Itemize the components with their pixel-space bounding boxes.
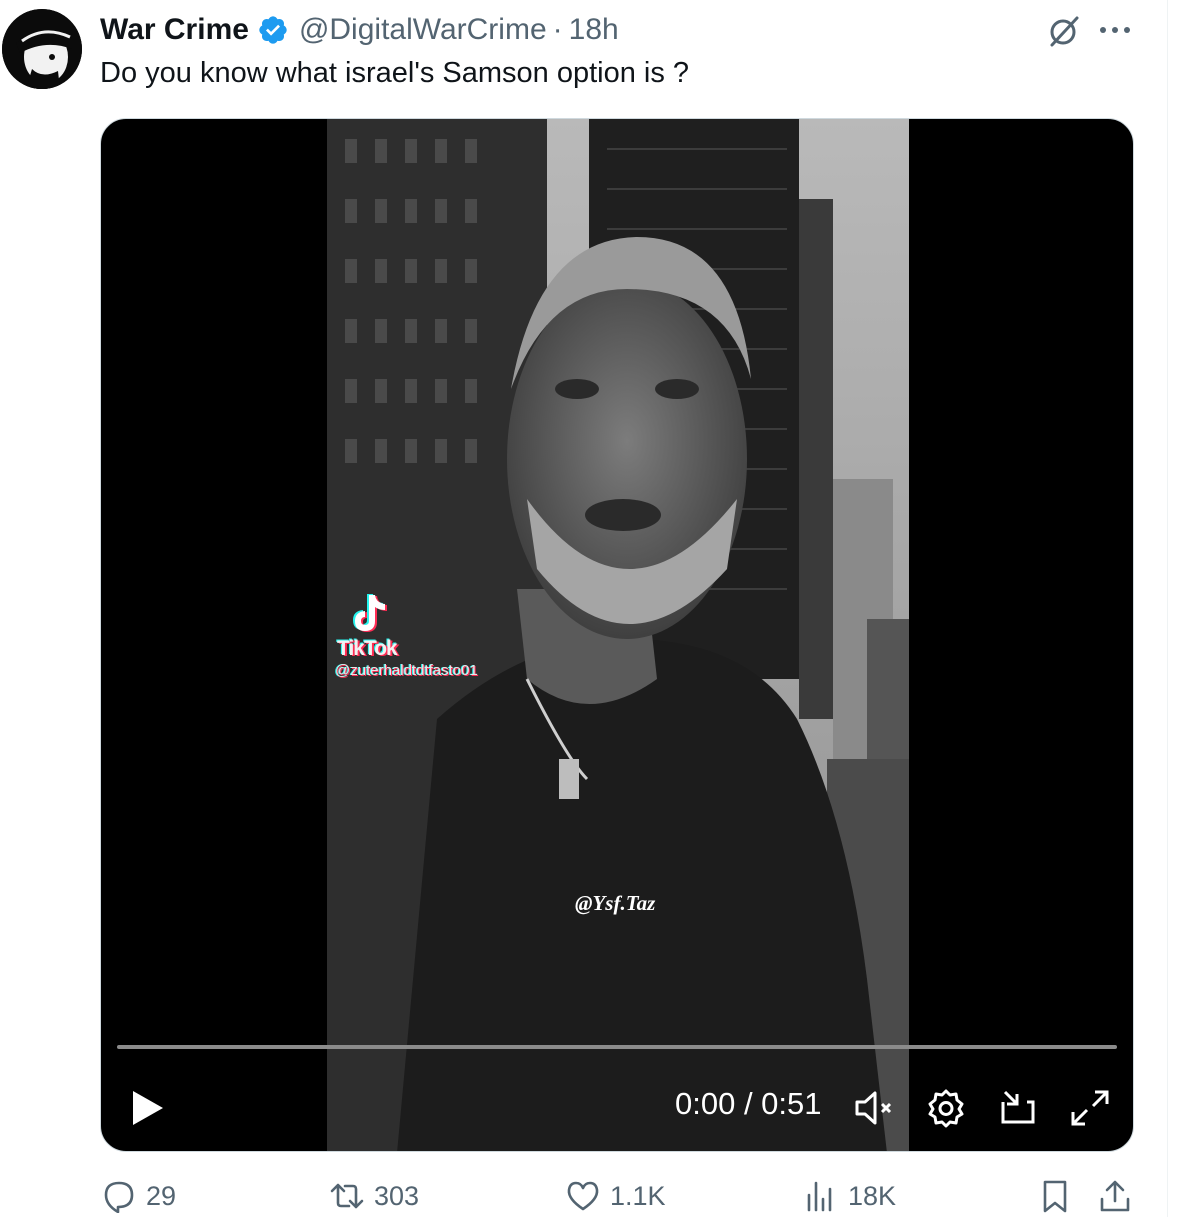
views-count: 18K xyxy=(848,1180,897,1211)
video-watermark: @Ysf.Taz xyxy=(575,891,656,915)
like-count: 1.1K xyxy=(610,1180,666,1211)
like-button[interactable]: 1.1K xyxy=(566,1176,666,1216)
tweet-timestamp[interactable]: 18h xyxy=(569,13,619,47)
play-icon[interactable] xyxy=(127,1087,167,1129)
share-button[interactable] xyxy=(1098,1176,1132,1216)
dock-icon[interactable] xyxy=(997,1088,1039,1128)
column-divider xyxy=(1167,0,1168,1217)
tweet-text: Do you know what israel's Samson option … xyxy=(100,57,690,89)
tiktok-label: TikTok xyxy=(337,637,398,660)
tiktok-logo-icon xyxy=(353,594,387,632)
avatar[interactable] xyxy=(2,9,82,89)
share-icon xyxy=(1100,1180,1130,1212)
video-time: 0:00 / 0:51 xyxy=(675,1086,822,1121)
video-frame: TikTok @zuterhaldtdtfasto01 @Ysf.Taz xyxy=(327,119,909,1151)
fullscreen-icon[interactable] xyxy=(1069,1088,1111,1128)
views-button[interactable]: 18K xyxy=(804,1176,896,1216)
video-still xyxy=(327,119,909,1151)
tweet-header: War Crime @DigitalWarCrime · 18h xyxy=(100,10,619,50)
reply-button[interactable]: 29 xyxy=(102,1176,176,1216)
video-player[interactable]: TikTok @zuterhaldtdtfasto01 @Ysf.Taz 0:0… xyxy=(100,118,1134,1152)
reply-icon xyxy=(104,1181,134,1213)
reply-count: 29 xyxy=(146,1180,177,1211)
verified-badge-icon[interactable] xyxy=(257,14,289,46)
retweet-icon xyxy=(330,1183,364,1209)
like-icon xyxy=(567,1181,599,1211)
author-handle[interactable]: @DigitalWarCrime xyxy=(299,13,547,47)
mute-icon[interactable] xyxy=(853,1088,895,1128)
video-progress-bar[interactable] xyxy=(117,1045,1117,1049)
views-icon xyxy=(807,1181,832,1212)
repost-button[interactable]: 303 xyxy=(330,1176,419,1216)
author-name[interactable]: War Crime xyxy=(100,13,249,47)
settings-icon[interactable] xyxy=(925,1088,967,1128)
bookmark-icon xyxy=(1043,1180,1067,1213)
tweet-actions: 29 303 1.1K 18K xyxy=(0,1176,1196,1216)
bookmark-button[interactable] xyxy=(1038,1176,1072,1216)
repost-count: 303 xyxy=(374,1180,420,1211)
separator-dot: · xyxy=(552,13,563,46)
grok-icon[interactable] xyxy=(1046,13,1082,49)
more-icon[interactable] xyxy=(1098,22,1132,38)
tiktok-username: @zuterhaldtdtfasto01 xyxy=(335,662,478,679)
avatar-image xyxy=(2,9,82,89)
